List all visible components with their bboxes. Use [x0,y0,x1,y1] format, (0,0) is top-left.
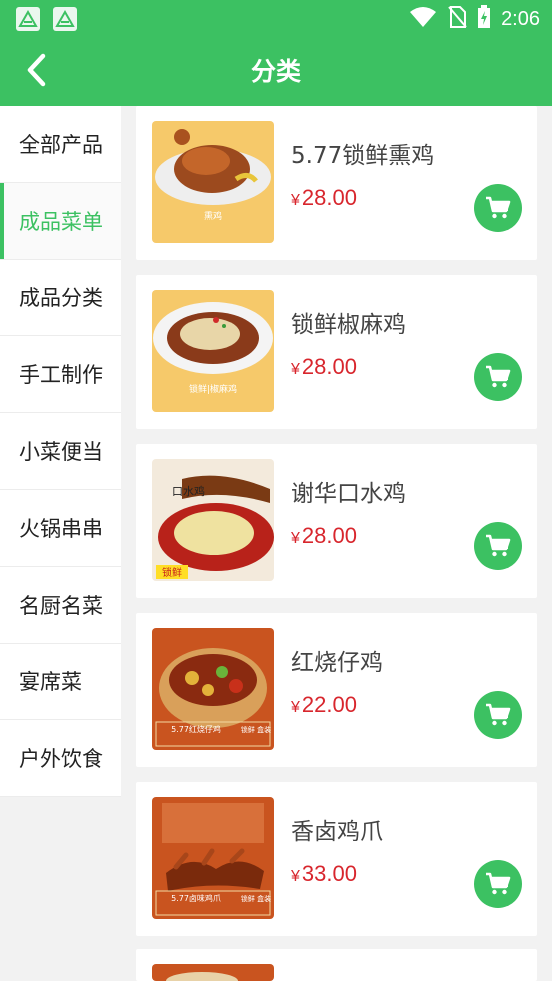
shopping-cart-icon [485,195,511,221]
product-name: 锁鲜椒麻鸡 [291,312,406,338]
image-caption: 5.77卤味鸡爪 [171,893,221,903]
wifi-icon [409,6,437,32]
clock-time: 2:06 [501,7,540,30]
shopping-cart-icon [485,871,511,897]
image-tag: 锁鲜 盒装 [241,894,271,903]
app-icon [53,7,77,31]
sidebar-item-side-dishes[interactable]: 小菜便当 [0,413,121,490]
image-tag: 锁鲜 盒装 [241,725,271,734]
sidebar-item-label: 户外饮食 [19,747,103,772]
product-image: 5.77红烧仔鸡 锁鲜 盒装 [152,628,274,750]
product-image: 口水鸡 锁鲜 [152,459,274,581]
image-caption: 锁鲜|椒麻鸡 [189,383,237,395]
price-value: 22.00 [301,692,357,717]
product-card[interactable]: 熏鸡 5.77锁鲜熏鸡 ¥28.00 [136,106,537,260]
product-name: 红烧仔鸡 [291,650,383,676]
product-name: 谢华口水鸡 [291,481,406,507]
sidebar-item-all-products[interactable]: 全部产品 [0,106,121,183]
sidebar-item-label: 成品分类 [19,286,103,311]
sidebar-item-chef-dishes[interactable]: 名厨名菜 [0,567,121,644]
product-price: ¥28.00 [291,354,357,380]
sidebar-item-banquet[interactable]: 宴席菜 [0,644,121,721]
add-to-cart-button[interactable] [474,184,522,232]
currency-symbol: ¥ [291,868,300,885]
add-to-cart-button[interactable] [474,353,522,401]
app-icon [16,7,40,31]
price-value: 33.00 [301,861,357,886]
sidebar-item-label: 宴席菜 [19,670,82,695]
product-image: 5.77卤味鸡爪 锁鲜 盒装 [152,797,274,919]
app-header: 分类 [0,38,552,106]
shopping-cart-icon [485,702,511,728]
back-button[interactable] [10,46,62,98]
shopping-cart-icon [485,364,511,390]
add-to-cart-button[interactable] [474,522,522,570]
category-sidebar: 全部产品 成品菜单 成品分类 手工制作 小菜便当 火锅串串 名厨名菜 宴席菜 户… [0,106,121,798]
sidebar-item-label: 全部产品 [19,132,103,157]
product-price: ¥28.00 [291,523,357,549]
currency-symbol: ¥ [291,192,300,209]
price-value: 28.00 [301,354,357,379]
product-image: 锁鲜|椒麻鸡 [152,290,274,412]
image-caption: 口水鸡 [172,484,205,498]
shopping-cart-icon [485,533,511,559]
price-value: 28.00 [301,185,357,210]
no-sim-icon [447,5,467,33]
sidebar-item-finished-menu[interactable]: 成品菜单 [0,182,121,260]
product-card[interactable]: 5.77红烧仔鸡 锁鲜 盒装 红烧仔鸡 ¥22.00 [136,613,537,767]
currency-symbol: ¥ [291,699,300,716]
product-name: 香卤鸡爪 [291,819,383,845]
product-card[interactable]: 锁鲜|椒麻鸡 锁鲜椒麻鸡 ¥28.00 [136,275,537,429]
product-price: ¥22.00 [291,692,357,718]
product-price: ¥28.00 [291,185,357,211]
page-title: 分类 [250,57,301,86]
currency-symbol: ¥ [291,530,300,547]
status-bar: 2:06 [0,0,552,38]
image-tag: 锁鲜 [162,566,182,579]
chevron-left-icon [25,53,47,91]
product-price: ¥33.00 [291,861,357,887]
product-image: 熏鸡 [152,121,274,243]
image-caption: 熏鸡 [204,210,222,222]
battery-charging-icon [477,5,491,33]
image-caption: 5.77红烧仔鸡 [171,724,221,734]
sidebar-item-label: 火锅串串 [19,516,103,541]
sidebar-item-finished-category[interactable]: 成品分类 [0,260,121,337]
product-name: 5.77锁鲜熏鸡 [291,143,435,169]
product-card[interactable]: 5.77卤味鸡爪 锁鲜 盒装 香卤鸡爪 ¥33.00 [136,782,537,936]
product-image [152,964,274,981]
product-card[interactable] [136,949,537,981]
add-to-cart-button[interactable] [474,860,522,908]
sidebar-item-hotpot[interactable]: 火锅串串 [0,490,121,567]
currency-symbol: ¥ [291,361,300,378]
sidebar-item-label: 名厨名菜 [19,593,103,618]
product-card[interactable]: 口水鸡 锁鲜 谢华口水鸡 ¥28.00 [136,444,537,598]
add-to-cart-button[interactable] [474,691,522,739]
sidebar-item-handmade[interactable]: 手工制作 [0,336,121,414]
sidebar-item-outdoor[interactable]: 户外饮食 [0,720,121,798]
sidebar-item-label: 小菜便当 [19,440,103,465]
sidebar-item-label: 手工制作 [19,363,103,388]
sidebar-item-label: 成品菜单 [19,209,103,234]
price-value: 28.00 [301,523,357,548]
